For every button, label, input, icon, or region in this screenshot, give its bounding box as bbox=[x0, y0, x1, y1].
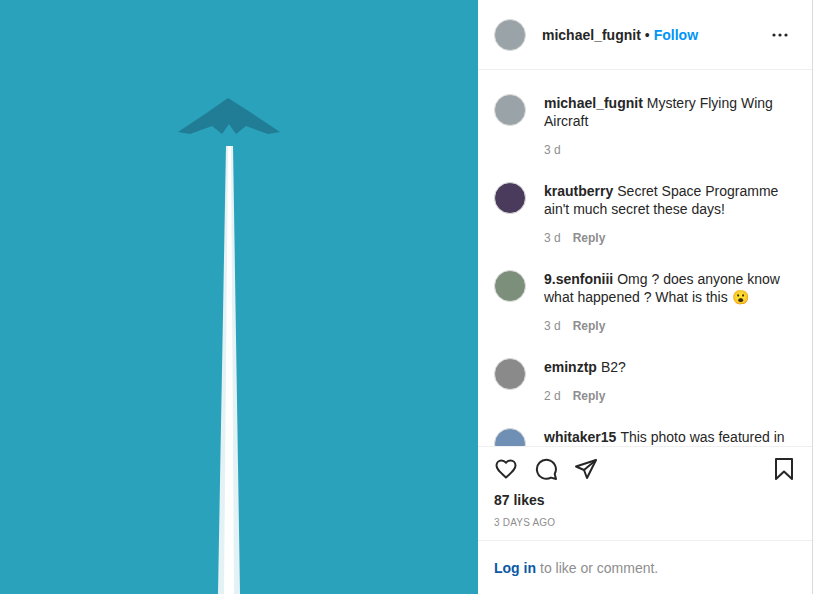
comment-text: whitaker15This photo was featured in bbox=[544, 428, 796, 446]
comment-time: 2 d bbox=[544, 388, 561, 404]
post-footer: 87 likes 3 DAYS AGO Log in to like or co… bbox=[478, 446, 812, 594]
avatar[interactable] bbox=[494, 182, 526, 214]
comment-meta: 3 d bbox=[544, 142, 796, 158]
comment-username[interactable]: eminztp bbox=[544, 359, 597, 375]
comment-username[interactable]: 9.senfoniii bbox=[544, 271, 613, 287]
reply-button[interactable]: Reply bbox=[573, 230, 606, 246]
post-date: 3 DAYS AGO bbox=[478, 515, 812, 531]
comment-text: 9.senfoniiiOmg ? does anyone know what h… bbox=[544, 270, 796, 306]
comment: krautberrySecret Space Programme ain't m… bbox=[494, 182, 796, 246]
comment-body: eminztpB2? 2 d Reply bbox=[544, 358, 796, 404]
comment-time: 3 d bbox=[544, 318, 561, 334]
avatar[interactable] bbox=[494, 428, 526, 446]
avatar[interactable] bbox=[494, 270, 526, 302]
comment: 9.senfoniiiOmg ? does anyone know what h… bbox=[494, 270, 796, 334]
aircraft-photo-icon bbox=[0, 0, 478, 594]
post-header: michael_fugnit • Follow bbox=[478, 0, 812, 70]
comment-text: michael_fugnitMystery Flying Wing Aircra… bbox=[544, 94, 796, 130]
post-panel: michael_fugnit • Follow michael_fugnitMy… bbox=[478, 0, 813, 594]
comment-list: michael_fugnitMystery Flying Wing Aircra… bbox=[478, 70, 812, 446]
comment: eminztpB2? 2 d Reply bbox=[494, 358, 796, 404]
bookmark-shape bbox=[776, 459, 792, 479]
comment-meta: 2 d Reply bbox=[544, 388, 796, 404]
more-icon[interactable] bbox=[768, 23, 792, 47]
comment-content: This photo was featured in bbox=[620, 429, 784, 445]
username[interactable]: michael_fugnit bbox=[542, 25, 641, 45]
like-count[interactable]: 87 likes bbox=[478, 491, 812, 509]
comment-icon[interactable] bbox=[534, 457, 558, 481]
comment-body: michael_fugnitMystery Flying Wing Aircra… bbox=[544, 94, 796, 158]
comment-body: krautberrySecret Space Programme ain't m… bbox=[544, 182, 796, 246]
reply-button[interactable]: Reply bbox=[573, 318, 606, 334]
avatar[interactable] bbox=[494, 94, 526, 126]
comment-content: B2? bbox=[601, 359, 626, 375]
comment-time: 3 d bbox=[544, 142, 561, 158]
bookmark-icon[interactable] bbox=[772, 457, 796, 481]
follow-button[interactable]: Follow bbox=[654, 25, 698, 45]
post-photo bbox=[0, 0, 478, 594]
share-icon[interactable] bbox=[574, 457, 598, 481]
separator: • bbox=[645, 25, 650, 45]
heart-icon[interactable] bbox=[494, 457, 518, 481]
comment-text: krautberrySecret Space Programme ain't m… bbox=[544, 182, 796, 218]
comment: michael_fugnitMystery Flying Wing Aircra… bbox=[494, 94, 796, 158]
login-row: Log in to like or comment. bbox=[478, 540, 812, 594]
comment-body: whitaker15This photo was featured in bbox=[544, 428, 796, 446]
login-link[interactable]: Log in bbox=[494, 558, 536, 578]
comment-meta: 3 d Reply bbox=[544, 230, 796, 246]
login-text: to like or comment. bbox=[540, 558, 658, 578]
reply-button[interactable]: Reply bbox=[573, 388, 606, 404]
heart-shape bbox=[497, 461, 516, 478]
avatar[interactable] bbox=[494, 19, 526, 51]
comment-text: eminztpB2? bbox=[544, 358, 796, 376]
avatar[interactable] bbox=[494, 358, 526, 390]
comment-time: 3 d bbox=[544, 230, 561, 246]
action-bar bbox=[478, 447, 812, 491]
comment-username[interactable]: krautberry bbox=[544, 183, 613, 199]
comment: whitaker15This photo was featured in bbox=[494, 428, 796, 446]
comment-username[interactable]: michael_fugnit bbox=[544, 95, 643, 111]
comment-meta: 3 d Reply bbox=[544, 318, 796, 334]
comment-username[interactable]: whitaker15 bbox=[544, 429, 616, 445]
comment-body: 9.senfoniiiOmg ? does anyone know what h… bbox=[544, 270, 796, 334]
